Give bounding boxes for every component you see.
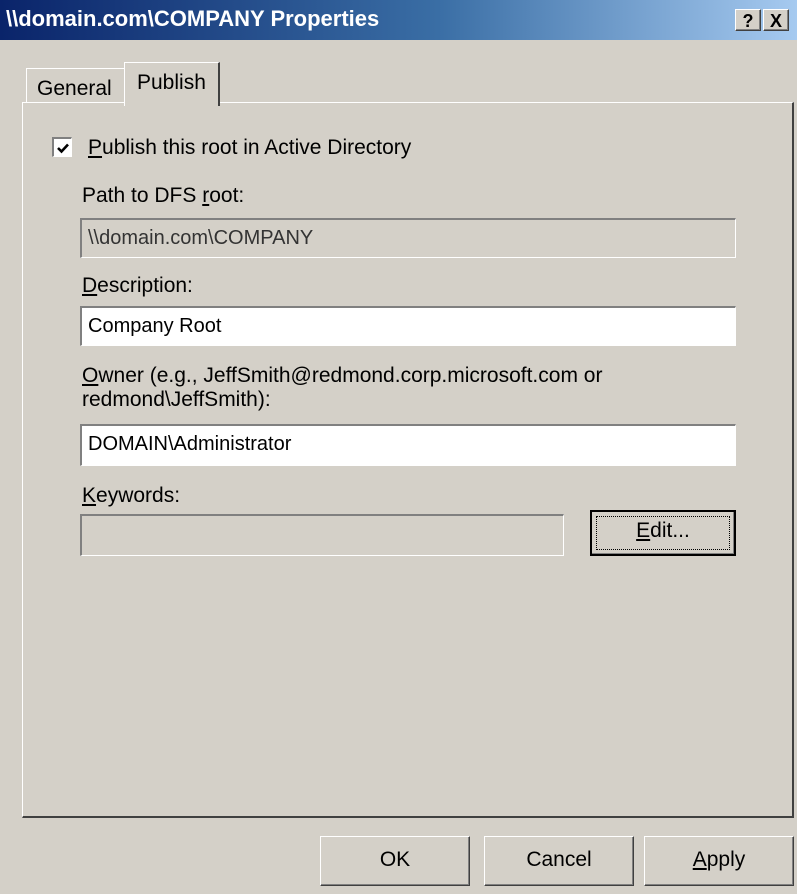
publish-label-mnemonic: P	[88, 136, 103, 159]
checkmark-icon	[57, 143, 69, 154]
apply-button-text: pply	[706, 848, 746, 871]
publish-label-text: ublish this root in Active Directory	[102, 136, 412, 159]
path-label-prefix: Path to DFS	[82, 184, 203, 207]
tab-general[interactable]: General	[26, 68, 124, 104]
keywords-label-text: eywords:	[96, 484, 181, 507]
owner-label-line2: redmond\JeffSmith):	[82, 388, 271, 411]
publish-checkbox-label[interactable]: Publish this root in Active Directory	[88, 136, 411, 160]
keywords-field	[80, 514, 564, 556]
keywords-label: Keywords:	[82, 484, 180, 508]
tab-publish[interactable]: Publish	[124, 62, 220, 106]
edit-keywords-button[interactable]: Edit...	[590, 510, 736, 556]
close-button[interactable]: X	[763, 9, 789, 31]
focus-rectangle	[596, 516, 730, 550]
owner-label-text: wner (e.g., JeffSmith@redmond.corp.micro…	[98, 364, 603, 387]
cancel-button[interactable]: Cancel	[484, 836, 634, 886]
tab-publish-label: Publish	[137, 71, 206, 94]
description-label-text: escription:	[97, 274, 193, 297]
path-label-rest: oot:	[209, 184, 245, 207]
publish-checkbox[interactable]	[52, 137, 72, 157]
tab-general-label: General	[37, 77, 112, 100]
path-field[interactable]: \\domain.com\COMPANY	[80, 218, 736, 258]
owner-label-line1: Owner (e.g., JeffSmith@redmond.corp.micr…	[82, 364, 602, 388]
owner-label-mnemonic: O	[82, 364, 99, 387]
window-title: \\domain.com\COMPANY Properties	[6, 6, 380, 31]
title-bar: \\domain.com\COMPANY Properties ? X	[0, 0, 797, 40]
ok-button[interactable]: OK	[320, 836, 470, 886]
help-button[interactable]: ?	[735, 9, 761, 31]
description-input[interactable]: Company Root	[80, 306, 736, 346]
description-label-mnemonic: D	[82, 274, 98, 297]
path-label: Path to DFS root:	[82, 184, 244, 208]
owner-input[interactable]: DOMAIN\Administrator	[80, 424, 736, 466]
apply-button[interactable]: Apply	[644, 836, 794, 886]
keywords-label-mnemonic: K	[82, 484, 97, 507]
description-label: Description:	[82, 274, 193, 298]
apply-button-mnemonic: A	[692, 848, 707, 871]
